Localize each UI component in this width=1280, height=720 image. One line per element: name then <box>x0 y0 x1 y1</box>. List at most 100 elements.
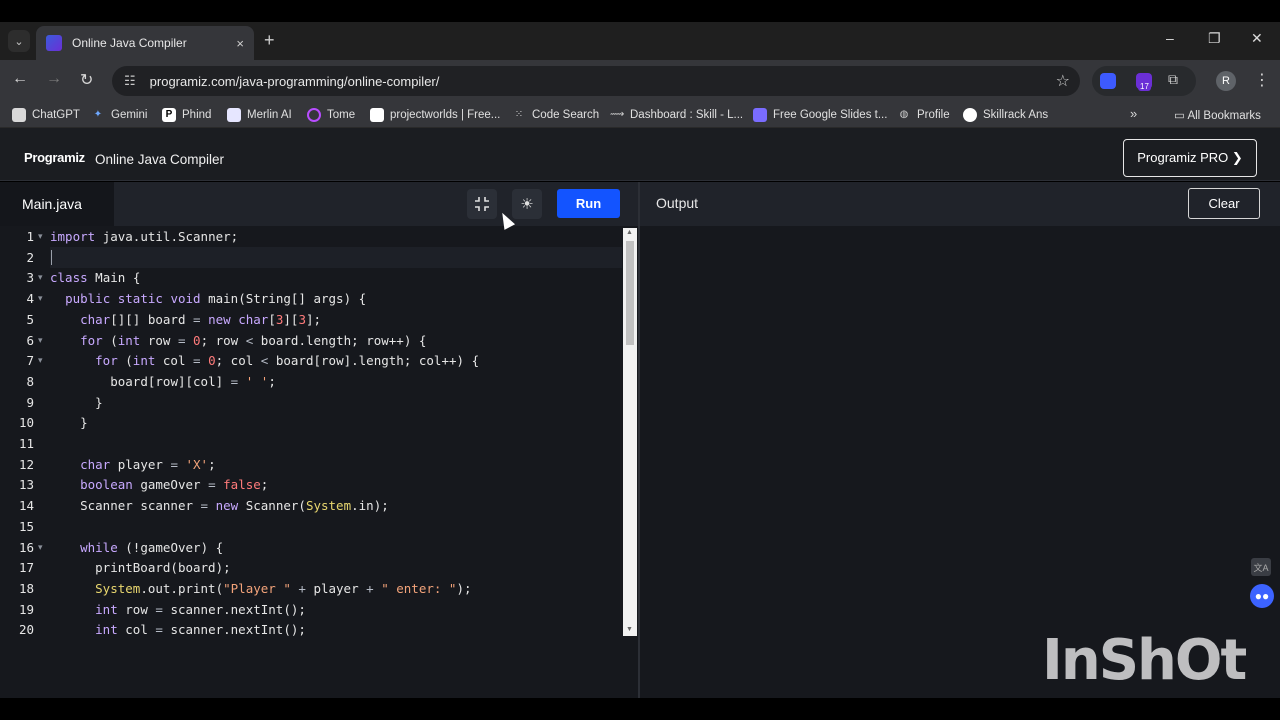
scroll-up-icon[interactable]: ▲ <box>626 229 633 236</box>
bookmark-star-icon[interactable]: ☆ <box>1056 71 1070 91</box>
fold-toggle-icon[interactable]: ▾ <box>38 542 43 553</box>
fold-toggle-icon[interactable]: ▾ <box>38 272 43 283</box>
bookmark-profile[interactable]: ◍ Profile <box>897 108 950 122</box>
gemini-icon: ✦ <box>93 109 103 120</box>
programiz-favicon-icon <box>46 35 62 51</box>
code-line[interactable]: import java.util.Scanner; <box>50 229 238 244</box>
extension-icon[interactable] <box>1100 73 1116 89</box>
line-number: 18 <box>18 580 34 596</box>
run-button[interactable]: Run <box>557 189 620 218</box>
line-number: 9 <box>26 394 34 410</box>
bookmark-slides[interactable]: Free Google Slides t... <box>753 108 887 122</box>
bookmark-label: ChatGPT <box>32 109 80 121</box>
site-settings-icon[interactable]: ☷ <box>124 73 136 89</box>
screen-top-border <box>0 0 1280 22</box>
assistant-bubble-icon[interactable]: ●● <box>1250 584 1274 608</box>
code-line[interactable]: int col = scanner.nextInt(); <box>50 622 306 637</box>
restore-icon[interactable]: ❐ <box>1208 30 1221 47</box>
screen-bottom-border <box>0 698 1280 720</box>
scroll-down-icon[interactable]: ▼ <box>626 626 633 633</box>
code-line[interactable]: board[row][col] = ' '; <box>50 374 276 389</box>
dashboard-icon: ⟿ <box>610 109 625 120</box>
file-tab-main-java[interactable]: Main.java <box>0 182 114 226</box>
projectworlds-icon <box>370 108 384 122</box>
bookmark-chatgpt[interactable]: ChatGPT <box>12 108 80 122</box>
tome-icon <box>307 108 321 122</box>
fold-toggle-icon[interactable]: ▾ <box>38 335 43 346</box>
bookmark-projectworlds[interactable]: projectworlds | Free... <box>370 108 500 122</box>
editor-scrollbar-thumb[interactable] <box>626 241 634 345</box>
fold-toggle-icon[interactable]: ▾ <box>38 355 43 366</box>
globe-icon: ◍ <box>899 109 909 120</box>
bookmark-gemini[interactable]: ✦ Gemini <box>91 108 148 122</box>
phind-icon: P <box>162 108 176 122</box>
bookmarks-overflow-icon[interactable]: » <box>1130 106 1137 121</box>
line-number: 15 <box>18 518 34 534</box>
bookmark-label: Merlin AI <box>247 109 292 121</box>
theme-toggle-sun-icon[interactable]: ☀ <box>512 189 542 219</box>
active-line-highlight <box>50 247 622 268</box>
forward-icon[interactable]: → <box>46 70 62 88</box>
code-line[interactable]: char player = 'X'; <box>50 457 216 472</box>
inshot-watermark: InShOt <box>1042 628 1247 693</box>
bookmark-label: projectworlds | Free... <box>390 109 501 121</box>
url-text: programiz.com/java-programming/online-co… <box>149 73 440 89</box>
puzzle-icon[interactable]: ⧉ <box>1168 71 1184 87</box>
chatgpt-icon <box>12 108 26 122</box>
profile-avatar[interactable]: R <box>1216 71 1236 91</box>
github-icon <box>963 108 977 122</box>
fold-toggle-icon[interactable]: ▾ <box>38 231 43 242</box>
bookmark-label: Phind <box>182 109 212 121</box>
bookmark-dashboard[interactable]: ⟿ Dashboard : Skill - L... <box>610 108 743 122</box>
merlin-icon <box>227 108 241 122</box>
bookmark-phind[interactable]: P Phind <box>162 108 211 122</box>
bookmark-label: Gemini <box>111 109 148 121</box>
browser-tab-active[interactable]: Online Java Compiler × <box>36 26 254 60</box>
tab-close-icon[interactable]: × <box>236 36 244 51</box>
all-bookmarks[interactable]: ▭ All Bookmarks <box>1174 108 1261 122</box>
tab-search-chevron-icon[interactable]: ⌄ <box>8 30 30 52</box>
bookmark-label: Dashboard : Skill - L... <box>630 109 744 121</box>
line-number: 17 <box>18 560 34 576</box>
code-line[interactable]: int row = scanner.nextInt(); <box>50 602 306 617</box>
code-line[interactable]: for (int col = 0; col < board[row].lengt… <box>50 353 479 368</box>
code-line[interactable]: public static void main(String[] args) { <box>50 291 366 306</box>
line-number: 13 <box>18 477 34 493</box>
translate-icon[interactable]: 文A <box>1251 558 1271 576</box>
bookmark-label: Code Search <box>532 109 600 121</box>
code-line[interactable]: char[][] board = new char[3][3]; <box>50 312 321 327</box>
code-line[interactable]: printBoard(board); <box>50 560 231 575</box>
clear-button[interactable]: Clear <box>1188 188 1260 219</box>
code-line[interactable]: class Main { <box>50 270 140 285</box>
line-number: 12 <box>18 456 34 472</box>
browser-toolbar: ← → ↻ ☷ programiz.com/java-programming/o… <box>0 60 1280 102</box>
programiz-pro-button[interactable]: Programiz PRO ❯ <box>1123 139 1257 177</box>
browser-menu-icon[interactable]: ⋮ <box>1254 70 1270 90</box>
text-caret <box>51 250 52 265</box>
bookmark-label: Free Google Slides t... <box>773 109 888 121</box>
code-line[interactable]: while (!gameOver) { <box>50 540 223 555</box>
bookmarks-bar: ChatGPT ✦ Gemini P Phind Merlin AI Tome pr… <box>0 102 1280 128</box>
fold-toggle-icon[interactable]: ▾ <box>38 293 43 304</box>
line-number: 11 <box>18 436 34 451</box>
code-line[interactable]: for (int row = 0; row < board.length; ro… <box>50 333 426 348</box>
code-line[interactable]: System.out.print("Player " + player + " … <box>50 581 471 596</box>
reload-icon[interactable]: ↻ <box>80 70 93 90</box>
output-title: Output <box>656 195 699 211</box>
programiz-logo[interactable]: Programiz <box>24 150 85 165</box>
bookmark-code-search[interactable]: ⁙ Code Search <box>512 108 599 122</box>
new-tab-icon[interactable]: + <box>264 31 275 49</box>
code-line[interactable]: } <box>50 395 103 410</box>
code-line[interactable]: } <box>50 415 88 430</box>
bookmark-skillrack[interactable]: Skillrack Ans <box>963 108 1048 122</box>
minimize-icon[interactable]: – <box>1166 30 1174 46</box>
address-bar[interactable]: ☷ programiz.com/java-programming/online-… <box>112 66 1080 96</box>
close-window-icon[interactable]: ✕ <box>1251 30 1263 47</box>
back-icon[interactable]: ← <box>12 70 28 88</box>
tab-title: Online Java Compiler <box>72 36 187 50</box>
code-line[interactable]: Scanner scanner = new Scanner(System.in)… <box>50 498 389 513</box>
bookmark-tome[interactable]: Tome <box>307 108 355 122</box>
code-line[interactable]: boolean gameOver = false; <box>50 477 268 492</box>
collapse-icon[interactable] <box>467 189 497 219</box>
bookmark-merlin[interactable]: Merlin AI <box>227 108 292 122</box>
